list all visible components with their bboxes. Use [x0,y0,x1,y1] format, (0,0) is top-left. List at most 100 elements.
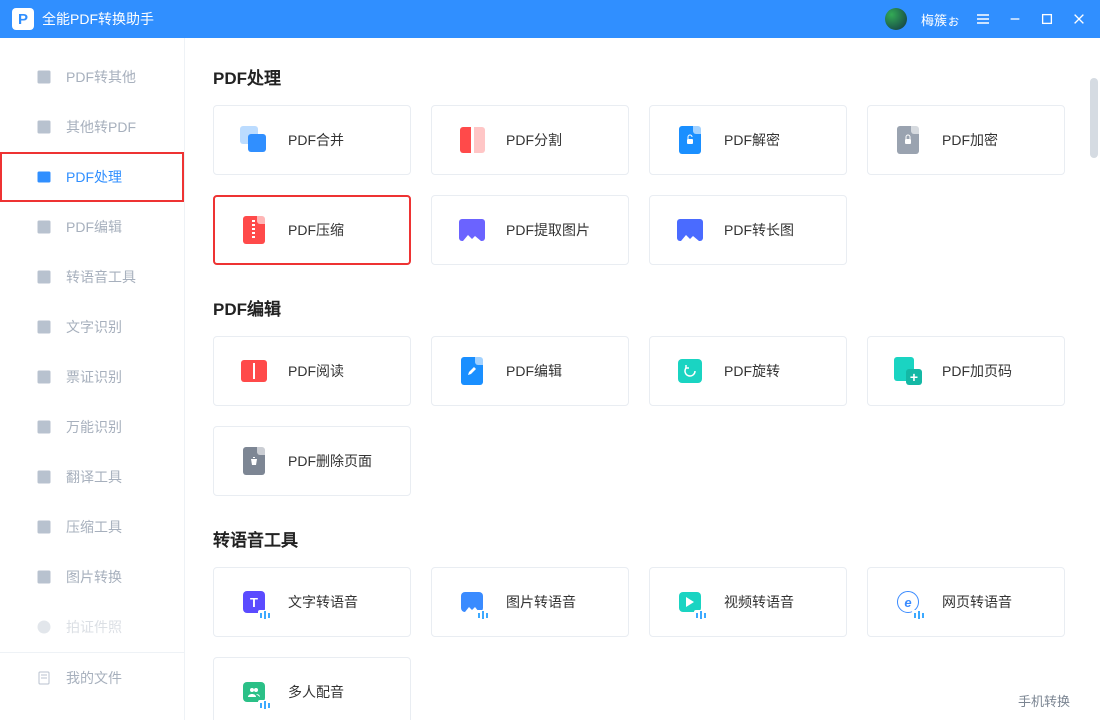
card-label: 文字转语音 [288,592,358,612]
card-grid: T 文字转语音 图片转语音 视频转语音 e 网页转语音 多人配音 [213,567,1072,720]
card-pdf-encrypt[interactable]: PDF加密 [867,105,1065,175]
section-title: PDF编辑 [213,295,1072,320]
merge-icon [240,126,268,154]
sidebar-item-id-photo[interactable]: 拍证件照 [0,602,184,652]
section-tts: 转语音工具 T 文字转语音 图片转语音 视频转语音 e 网页转语音 [213,526,1072,720]
card-pdf-edit-tool[interactable]: PDF编辑 [431,336,629,406]
footer-hint[interactable]: 手机转换 [1018,691,1070,710]
card-pdf-rotate[interactable]: PDF旋转 [649,336,847,406]
card-pdf-decrypt[interactable]: PDF解密 [649,105,847,175]
sidebar-item-label: 转语音工具 [66,267,136,287]
card-label: 多人配音 [288,682,344,702]
sidebar-item-label: 票证识别 [66,367,122,387]
sidebar-item-label: 我的文件 [66,668,122,688]
card-pdf-read[interactable]: PDF阅读 [213,336,411,406]
card-web-tts[interactable]: e 网页转语音 [867,567,1065,637]
app-logo-icon: P [12,8,34,30]
sidebar-item-pdf-process[interactable]: PDF处理 [0,152,184,202]
universal-icon [36,419,52,435]
card-pdf-compress[interactable]: PDF压缩 [213,195,411,265]
image-icon [36,569,52,585]
pencil-icon [458,357,486,385]
text-tts-icon: T [240,588,268,616]
sidebar-item-ticket[interactable]: 票证识别 [0,352,184,402]
sidebar-item-universal[interactable]: 万能识别 [0,402,184,452]
sidebar-item-my-files[interactable]: 我的文件 [0,653,184,703]
card-label: 图片转语音 [506,592,576,612]
sidebar-item-compress[interactable]: 压缩工具 [0,502,184,552]
sidebar-item-pdf-edit[interactable]: PDF编辑 [0,202,184,252]
main: PDF处理 PDF合并 PDF分割 [185,38,1100,720]
card-label: PDF解密 [724,130,780,150]
menu-icon[interactable] [974,10,992,28]
split-icon [458,126,486,154]
camera-icon [36,619,52,635]
card-video-tts[interactable]: 视频转语音 [649,567,847,637]
titlebar-right: 梅簇ぉ [885,8,1088,30]
titlebar: P 全能PDF转换助手 梅簇ぉ [0,0,1100,38]
scrollbar[interactable] [1090,78,1098,158]
sidebar-item-label: 压缩工具 [66,517,122,537]
rotate-icon [676,357,704,385]
minimize-icon[interactable] [1006,10,1024,28]
card-label: PDF压缩 [288,220,344,240]
card-image-tts[interactable]: 图片转语音 [431,567,629,637]
card-label: PDF加页码 [942,361,1012,381]
sidebar-item-label: 其他转PDF [66,117,136,137]
web-tts-icon: e [894,588,922,616]
long-image-icon [676,216,704,244]
card-label: PDF编辑 [506,361,562,381]
close-icon[interactable] [1070,10,1088,28]
card-multi-dub[interactable]: 多人配音 [213,657,411,720]
section-title: PDF处理 [213,64,1072,89]
people-tts-icon [240,678,268,706]
card-grid: PDF合并 PDF分割 PDF解密 [213,105,1072,265]
card-grid: PDF阅读 PDF编辑 PDF旋转 + PDF加页码 [213,336,1072,496]
card-label: PDF删除页面 [288,451,372,471]
image-tts-icon [458,588,486,616]
card-label: 视频转语音 [724,592,794,612]
sidebar-item-label: 万能识别 [66,417,122,437]
card-pdf-merge[interactable]: PDF合并 [213,105,411,175]
titlebar-left: P 全能PDF转换助手 [12,8,154,30]
maximize-icon[interactable] [1038,10,1056,28]
card-pdf-to-long-image[interactable]: PDF转长图 [649,195,847,265]
ticket-icon [36,369,52,385]
username[interactable]: 梅簇ぉ [921,10,960,29]
card-pdf-extract-image[interactable]: PDF提取图片 [431,195,629,265]
sidebar-item-other-to-pdf[interactable]: 其他转PDF [0,102,184,152]
compress-icon [36,519,52,535]
sidebar-item-label: PDF转其他 [66,67,136,87]
add-page-icon: + [894,357,922,385]
card-label: 网页转语音 [942,592,1012,612]
sidebar-item-tts[interactable]: 转语音工具 [0,252,184,302]
card-pdf-delete-page[interactable]: PDF删除页面 [213,426,411,496]
unlock-icon [676,126,704,154]
app-title: 全能PDF转换助手 [42,9,154,29]
card-text-tts[interactable]: T 文字转语音 [213,567,411,637]
card-label: PDF转长图 [724,220,794,240]
edit-icon [36,219,52,235]
card-pdf-page-number[interactable]: + PDF加页码 [867,336,1065,406]
video-tts-icon [676,588,704,616]
translate-icon [36,469,52,485]
sidebar-item-translate[interactable]: 翻译工具 [0,452,184,502]
sidebar-item-ocr[interactable]: 文字识别 [0,302,184,352]
sidebar: PDF转其他 其他转PDF PDF处理 PDF编辑 转语音工具 文字识别 票证识… [0,38,185,720]
card-label: PDF加密 [942,130,998,150]
sidebar-item-pdf-to-other[interactable]: PDF转其他 [0,52,184,102]
image-extract-icon [458,216,486,244]
card-pdf-split[interactable]: PDF分割 [431,105,629,175]
section-pdf-process: PDF处理 PDF合并 PDF分割 [213,64,1072,265]
tts-icon [36,269,52,285]
avatar[interactable] [885,8,907,30]
sidebar-item-label: 翻译工具 [66,467,122,487]
sidebar-item-label: 图片转换 [66,567,122,587]
pdf-icon [36,69,52,85]
file-icon [36,670,52,686]
ocr-icon [36,319,52,335]
sidebar-item-image-convert[interactable]: 图片转换 [0,552,184,602]
sidebar-item-label: 文字识别 [66,317,122,337]
book-icon [240,357,268,385]
lock-icon [894,126,922,154]
